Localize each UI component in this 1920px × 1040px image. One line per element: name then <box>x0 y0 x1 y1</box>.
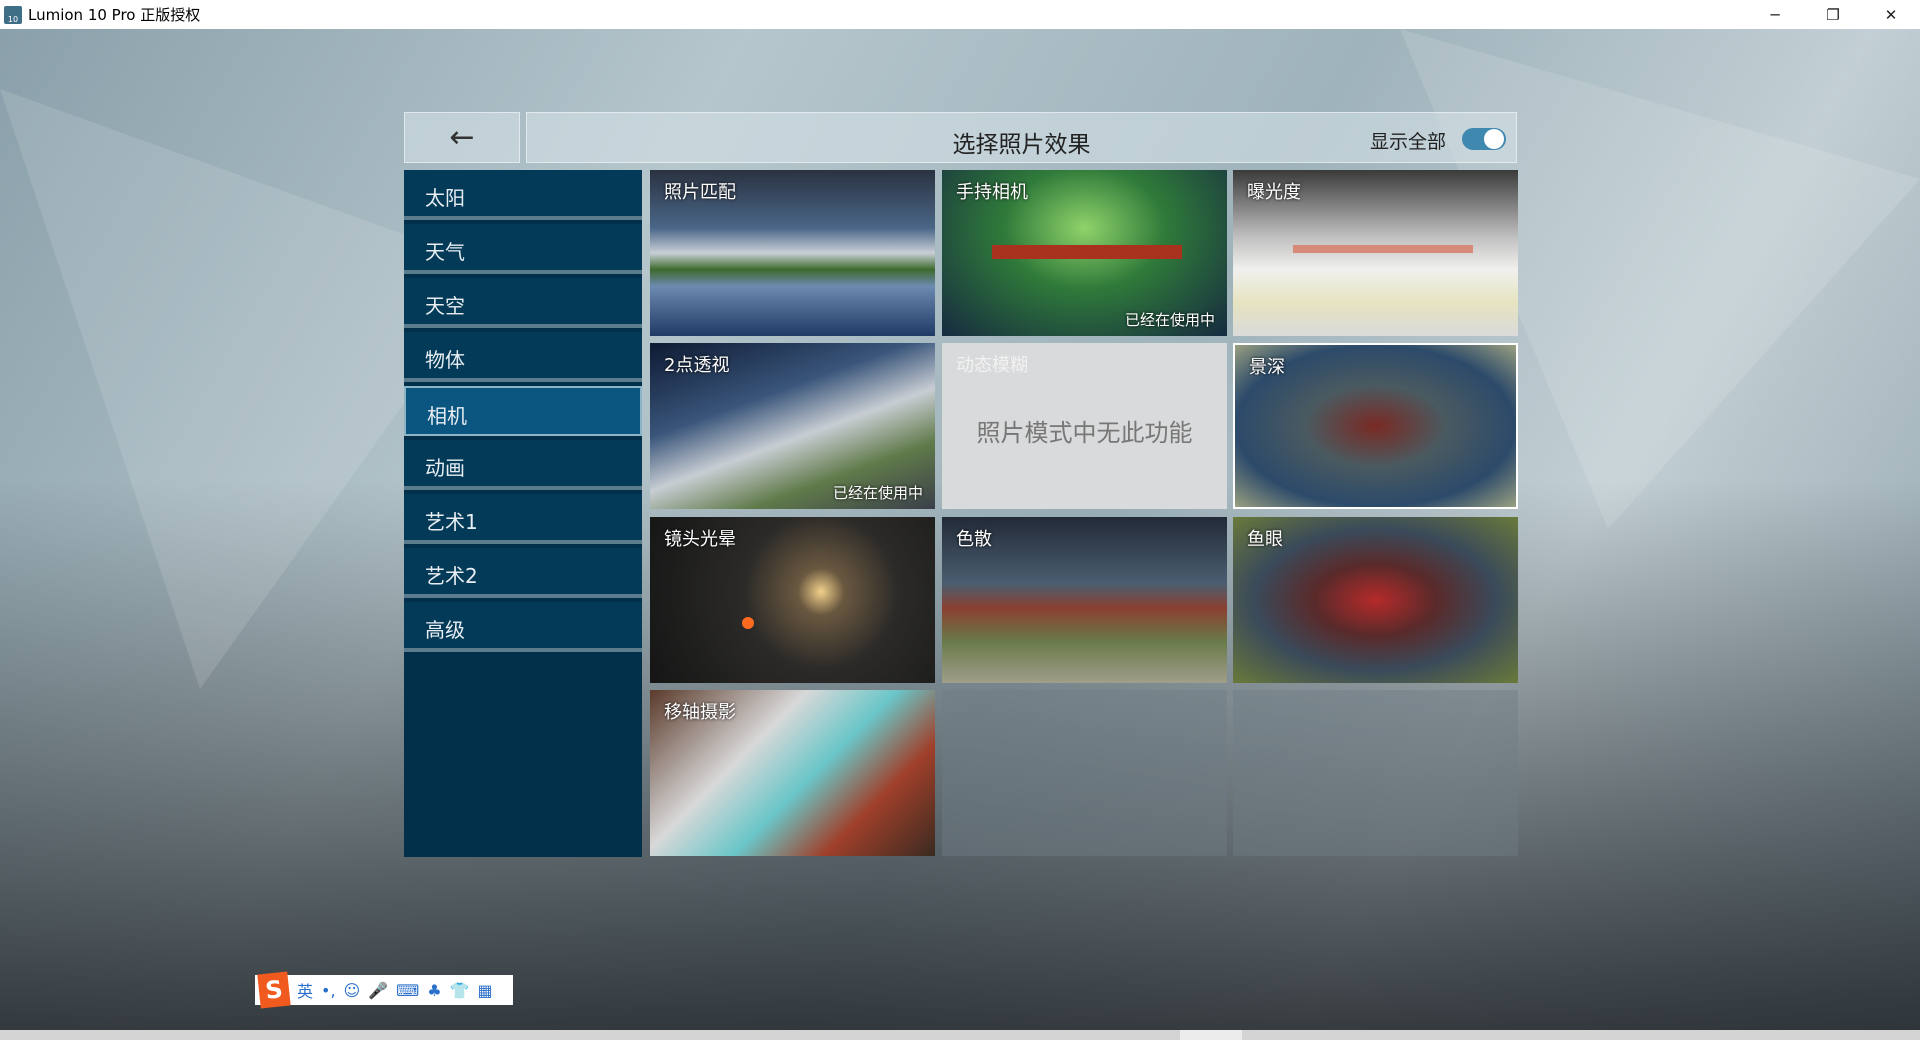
emoji-icon[interactable]: ☺ <box>344 981 361 1000</box>
sidebar-item-label: 天气 <box>425 240 465 264</box>
effect-tile-two-point-perspective[interactable]: 2点透视已经在使用中 <box>650 343 935 509</box>
back-button[interactable]: ← <box>404 112 520 163</box>
title-bar: 10 Lumion 10 Pro 正版授权 ─ ❐ ✕ <box>0 0 1920 29</box>
taskbar <box>0 1030 1920 1040</box>
sidebar-item-advanced[interactable]: 高级 <box>404 602 642 652</box>
effect-tile-motion-blur: 动态模糊照片模式中无此功能 <box>942 343 1227 509</box>
sidebar-item-animation[interactable]: 动画 <box>404 440 642 490</box>
in-use-badge: 已经在使用中 <box>1124 311 1215 329</box>
sidebar-item-label: 相机 <box>427 404 467 428</box>
minimize-button[interactable]: ─ <box>1746 0 1804 29</box>
sidebar-item-label: 太阳 <box>425 186 465 210</box>
header-bar: 选择照片效果 显示全部 <box>526 112 1517 163</box>
house-shape <box>1293 245 1473 253</box>
effect-tile-tilt-shift[interactable]: 移轴摄影 <box>650 690 935 856</box>
effect-tile-exposure[interactable]: 曝光度 <box>1233 170 1518 336</box>
unavailable-message: 照片模式中无此功能 <box>976 419 1193 447</box>
ime-toolbar: S 英 •, ☺ 🎤 ⌨ ♣ 👕 ▦ <box>255 971 513 1009</box>
sidebar-item-objects[interactable]: 物体 <box>404 332 642 382</box>
keyboard-icon[interactable]: ⌨ <box>396 981 419 1000</box>
effect-tile-depth-of-field[interactable]: 景深 <box>1233 343 1518 509</box>
sidebar-item-label: 高级 <box>425 618 465 642</box>
app-icon-text: 10 <box>7 14 19 24</box>
sidebar-item-camera[interactable]: 相机 <box>404 386 642 436</box>
sidebar-item-sun[interactable]: 太阳 <box>404 170 642 220</box>
page-title: 选择照片效果 <box>952 132 1091 158</box>
punctuation-icon[interactable]: •, <box>321 981 336 1000</box>
flare-dot <box>742 617 754 629</box>
sidebar-item-label: 物体 <box>425 348 465 372</box>
empty-tile <box>942 690 1227 856</box>
house-shape <box>992 245 1182 259</box>
skin-icon[interactable]: 👕 <box>450 981 470 1000</box>
effect-tile-fisheye[interactable]: 鱼眼 <box>1233 517 1518 683</box>
background: ← 选择照片效果 显示全部 太阳 天气 天空 物体 相机 动画 艺术1 艺术2 … <box>0 29 1920 1030</box>
effect-label: 移轴摄影 <box>664 702 736 723</box>
user-icon[interactable]: ♣ <box>427 981 441 1000</box>
ime-mode-button[interactable]: 英 <box>297 978 313 1002</box>
sidebar-item-sky[interactable]: 天空 <box>404 278 642 328</box>
sidebar-item-label: 艺术1 <box>425 510 478 534</box>
sidebar-item-art2[interactable]: 艺术2 <box>404 548 642 598</box>
effect-label: 2点透视 <box>664 355 730 376</box>
sidebar-item-label: 动画 <box>425 456 465 480</box>
effect-label: 手持相机 <box>956 182 1028 203</box>
effect-label: 曝光度 <box>1247 182 1301 203</box>
sidebar-item-weather[interactable]: 天气 <box>404 224 642 274</box>
sogou-logo-icon[interactable]: S <box>257 971 291 1009</box>
effect-label: 鱼眼 <box>1247 529 1283 550</box>
effect-label: 景深 <box>1249 357 1285 378</box>
effect-label: 动态模糊 <box>956 355 1028 376</box>
sidebar-item-label: 天空 <box>425 294 465 318</box>
sidebar-item-label: 艺术2 <box>425 564 478 588</box>
show-all-label: 显示全部 <box>1369 131 1446 153</box>
effect-label: 镜头光晕 <box>664 529 736 550</box>
effect-tile-chromatic-aberration[interactable]: 色散 <box>942 517 1227 683</box>
show-all-toggle[interactable] <box>1462 128 1506 150</box>
effect-tile-handheld-camera[interactable]: 手持相机已经在使用中 <box>942 170 1227 336</box>
effect-tile-lens-flare[interactable]: 镜头光晕 <box>650 517 935 683</box>
effect-tile-photo-match[interactable]: 照片匹配 <box>650 170 935 336</box>
app-icon: 10 <box>4 5 22 24</box>
close-button[interactable]: ✕ <box>1862 0 1920 29</box>
arrow-left-icon: ← <box>449 120 475 155</box>
sidebar-item-art1[interactable]: 艺术1 <box>404 494 642 544</box>
effect-label: 色散 <box>956 529 992 550</box>
category-sidebar: 太阳 天气 天空 物体 相机 动画 艺术1 艺术2 高级 <box>404 170 642 857</box>
effect-label: 照片匹配 <box>664 182 736 203</box>
restore-button[interactable]: ❐ <box>1804 0 1862 29</box>
window-title: Lumion 10 Pro 正版授权 <box>28 6 201 24</box>
taskbar-active-item[interactable] <box>1180 1030 1242 1040</box>
in-use-badge: 已经在使用中 <box>832 484 923 502</box>
toolbox-icon[interactable]: ▦ <box>478 981 493 1000</box>
empty-tile <box>1233 690 1518 856</box>
microphone-icon[interactable]: 🎤 <box>368 981 388 1000</box>
